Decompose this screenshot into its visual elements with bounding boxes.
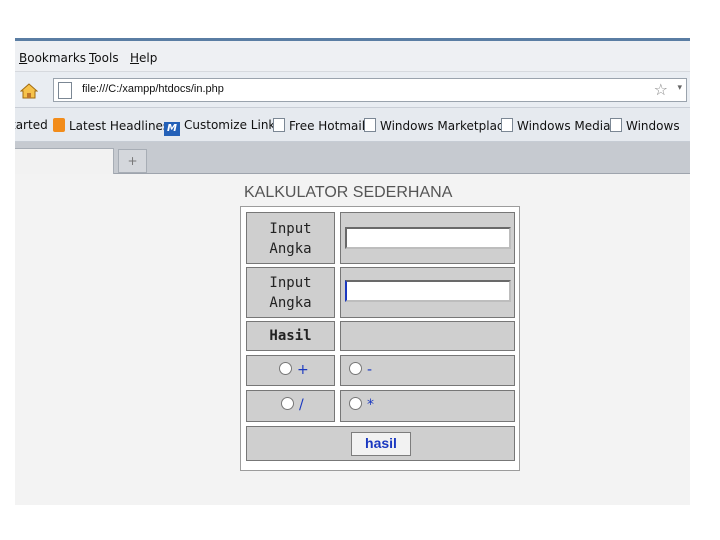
menu-bookmarks-label: ookmarks	[27, 51, 87, 65]
chevron-down-icon[interactable]: ▾	[677, 83, 682, 93]
bookmark-windows-marketplace[interactable]: Windows Marketplace	[364, 118, 511, 133]
menu-bookmarks-key: B	[19, 51, 28, 65]
bookmark-label: Windows	[626, 119, 680, 133]
menu-tools-label: ools	[94, 51, 119, 65]
page-content: KALKULATOR SEDERHANA Input Angka Input A…	[15, 174, 690, 505]
tab-bar: +	[15, 142, 690, 174]
bookmark-windows-media[interactable]: Windows Media	[501, 118, 610, 133]
navigation-bar: file:///C:/xampp/htdocs/in.php ☆ ▾	[15, 72, 690, 108]
bookmark-latest-headlines[interactable]: Latest Headlines	[53, 118, 169, 133]
result-label: Hasil	[246, 321, 335, 351]
bookmark-label: Latest Headlines	[69, 119, 170, 133]
page-title: KALKULATOR SEDERHANA	[244, 184, 453, 201]
hasil-button[interactable]: hasil	[351, 432, 411, 456]
menu-help[interactable]: Help	[130, 51, 157, 65]
bookmark-getting-started[interactable]: tarted	[15, 118, 48, 132]
op-mul-radio[interactable]: *	[349, 397, 374, 413]
input2-cell	[340, 267, 515, 318]
radio-icon	[349, 362, 362, 375]
input1-label: Input Angka	[246, 212, 335, 264]
tab-active[interactable]	[15, 148, 114, 174]
bookmark-label: Customize Links	[184, 118, 282, 132]
calculator-form: Input Angka Input Angka Hasil + - / * ha…	[240, 206, 520, 471]
op-div-cell: /	[246, 390, 335, 422]
op-div-radio[interactable]: /	[281, 397, 304, 413]
bookmarks-toolbar: tarted Latest Headlines M Customize Links…	[15, 108, 690, 142]
op-mul-cell: *	[340, 390, 515, 422]
submit-cell: hasil	[246, 426, 515, 461]
input2-label-line2: Angka	[269, 295, 312, 311]
op-plus-label: +	[297, 362, 309, 378]
op-minus-radio[interactable]: -	[349, 362, 372, 378]
bookmark-label: Free Hotmail	[289, 119, 366, 133]
page-icon	[364, 118, 376, 132]
input1-cell	[340, 212, 515, 264]
browser-window: Bookmarks Tools Help file:///C:/xampp/ht…	[15, 38, 690, 505]
bookmark-free-hotmail[interactable]: Free Hotmail	[273, 118, 365, 133]
result-cell	[340, 321, 515, 351]
page-icon	[501, 118, 513, 132]
menu-bar: Bookmarks Tools Help	[15, 41, 690, 72]
page-icon	[610, 118, 622, 132]
page-icon	[273, 118, 285, 132]
op-mul-label: *	[367, 397, 374, 413]
radio-icon	[279, 362, 292, 375]
menu-help-label: elp	[139, 51, 158, 65]
input1-field[interactable]	[345, 227, 511, 249]
input2-field[interactable]	[345, 280, 511, 302]
home-icon[interactable]	[20, 83, 38, 99]
op-plus-cell: +	[246, 355, 335, 386]
radio-icon	[349, 397, 362, 410]
menu-bookmarks[interactable]: Bookmarks	[19, 51, 86, 65]
bookmark-star-icon[interactable]: ☆	[654, 80, 668, 99]
menu-tools[interactable]: Tools	[89, 51, 119, 65]
address-text: file:///C:/xampp/htdocs/in.php	[82, 83, 224, 95]
op-plus-radio[interactable]: +	[279, 362, 309, 378]
bookmark-label: Windows Marketplace	[380, 119, 511, 133]
input2-label-line1: Input	[269, 275, 312, 291]
op-div-label: /	[299, 397, 304, 413]
menu-help-key: H	[130, 51, 140, 65]
bookmark-customize-links[interactable]: M Customize Links	[164, 118, 282, 136]
op-minus-cell: -	[340, 355, 515, 386]
input2-label: Input Angka	[246, 267, 335, 318]
bookmark-windows[interactable]: Windows	[610, 118, 680, 133]
input1-label-line2: Angka	[269, 241, 312, 257]
address-bar[interactable]: file:///C:/xampp/htdocs/in.php ☆ ▾	[53, 78, 687, 102]
bookmark-label: Windows Media	[517, 119, 611, 133]
msn-icon: M	[164, 122, 180, 136]
rss-icon	[53, 118, 65, 132]
radio-icon	[281, 397, 294, 410]
input1-label-line1: Input	[269, 221, 312, 237]
op-minus-label: -	[367, 362, 373, 378]
new-tab-button[interactable]: +	[118, 149, 147, 173]
page-icon	[58, 82, 72, 99]
